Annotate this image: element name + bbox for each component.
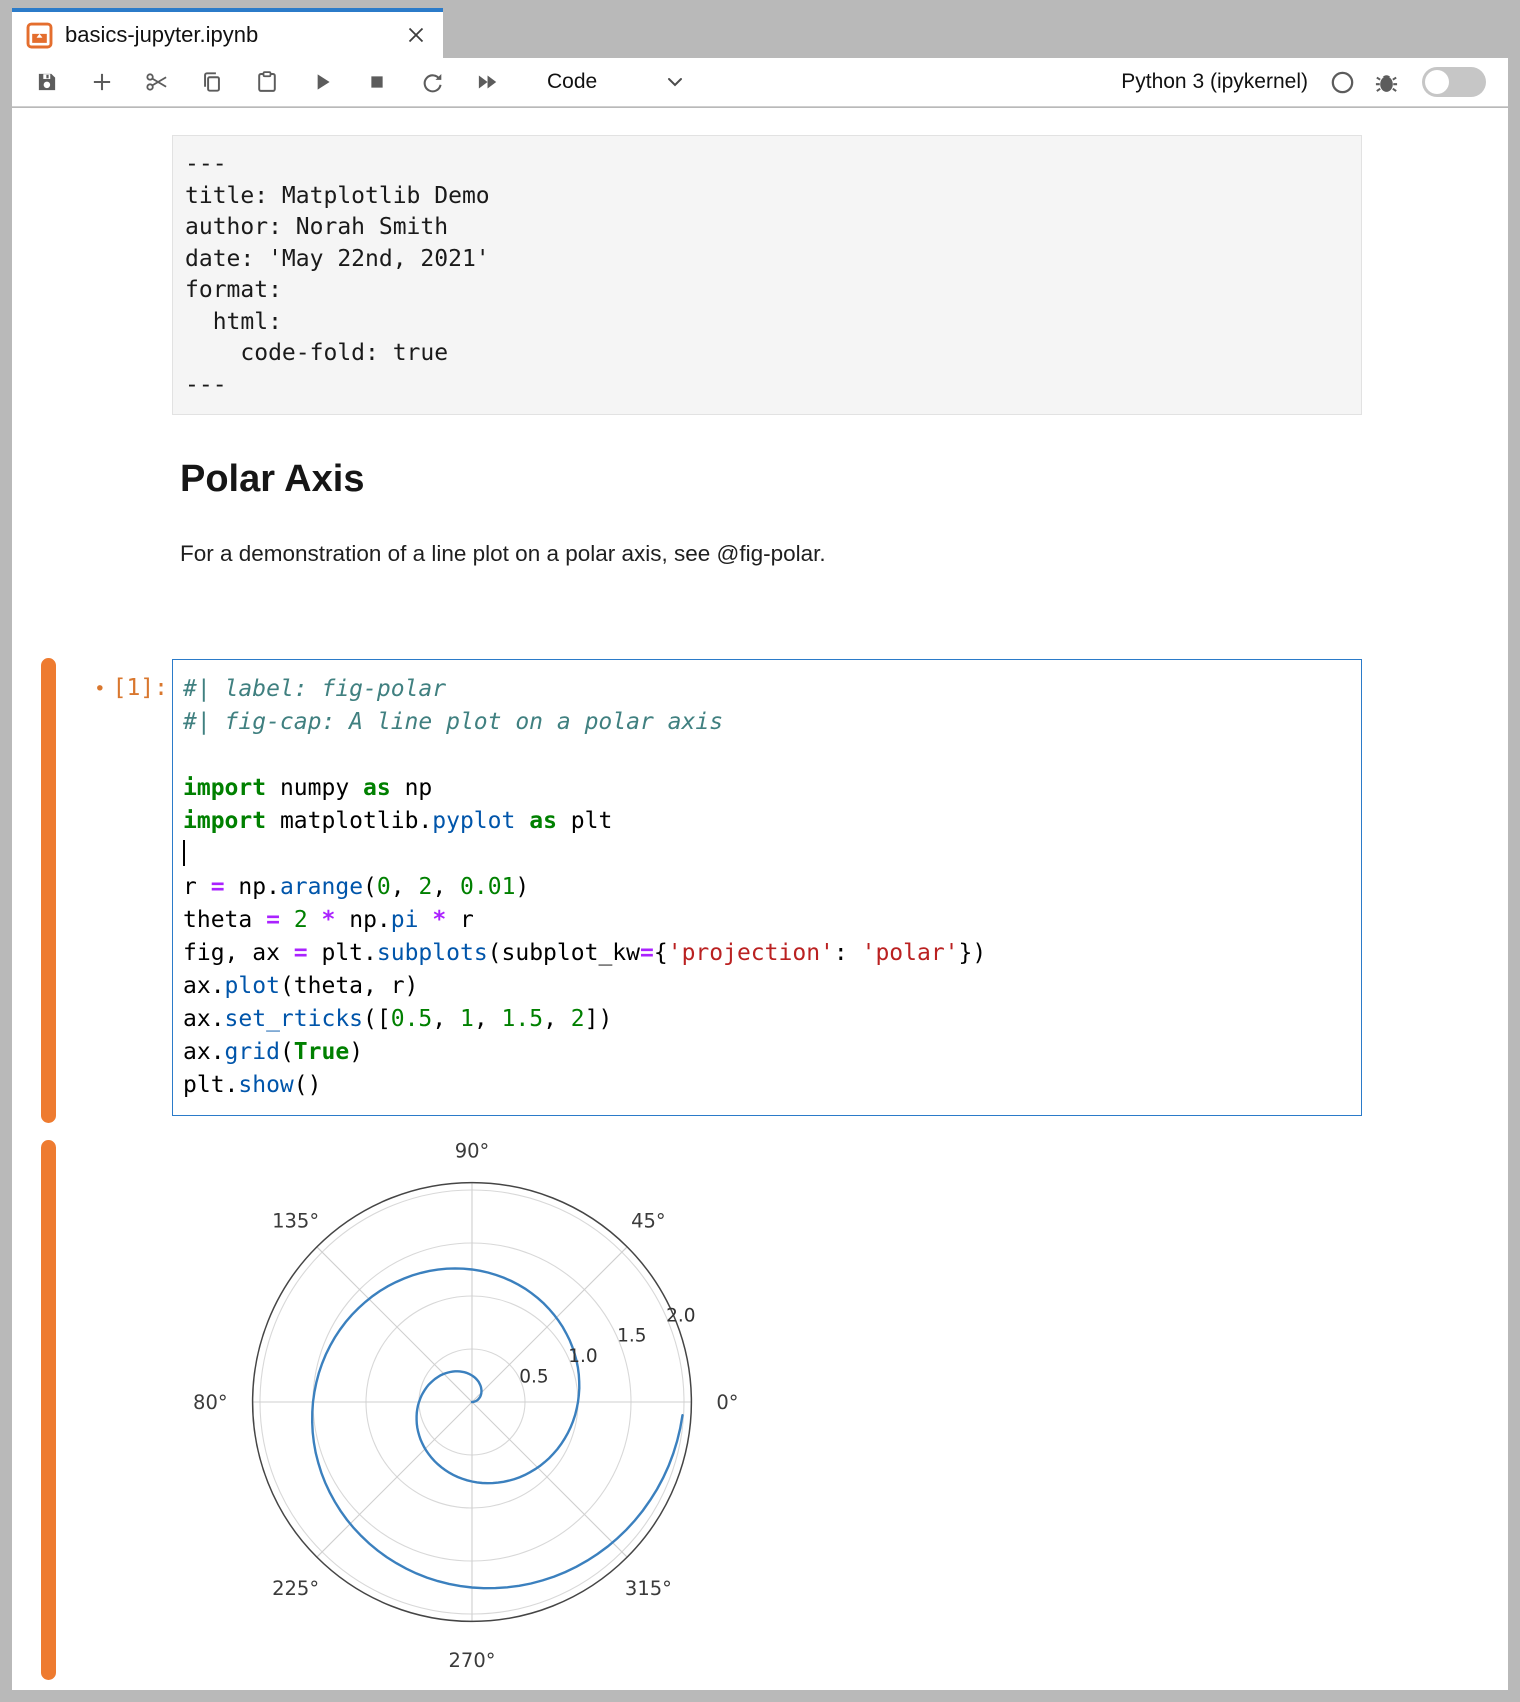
svg-text:90°: 90°: [455, 1140, 490, 1163]
svg-text:45°: 45°: [631, 1210, 666, 1233]
chevron-down-icon: [663, 70, 687, 94]
paste-cell-icon: [254, 69, 280, 95]
code-lines: #| label: fig-polar#| fig-cap: A line pl…: [183, 673, 1351, 1102]
markdown-heading: Polar Axis: [180, 458, 364, 501]
code-line: [183, 838, 1351, 871]
copy-cell-button[interactable]: [199, 69, 225, 95]
code-line: ax.set_rticks([0.5, 1, 1.5, 2]): [183, 1003, 1351, 1036]
code-line: import matplotlib.pyplot as plt: [183, 805, 1351, 838]
svg-text:180°: 180°: [192, 1391, 228, 1414]
toolbar-right-group: Python 3 (ipykernel): [1121, 67, 1486, 97]
output-area: 0° 45° 90° 135° 180° 225° 270° 315° 0.5 1.0 1.5 2.0: [192, 1122, 752, 1674]
markdown-paragraph: For a demonstration of a line plot on a …: [180, 541, 826, 567]
code-line: ax.plot(theta, r): [183, 970, 1351, 1003]
close-icon[interactable]: [403, 22, 429, 48]
svg-text:1.5: 1.5: [617, 1326, 646, 1347]
execution-prompt: • [1]:: [82, 672, 168, 706]
execution-count: [1]:: [113, 675, 168, 701]
stop-button[interactable]: [364, 69, 390, 95]
code-line: #| fig-cap: A line plot on a polar axis: [183, 706, 1351, 739]
svg-text:315°: 315°: [625, 1577, 672, 1600]
raw-frontmatter-cell[interactable]: --- title: Matplotlib Demo author: Norah…: [172, 135, 1362, 415]
svg-text:225°: 225°: [272, 1577, 319, 1600]
paste-cell-button[interactable]: [254, 69, 280, 95]
notebook-tab[interactable]: basics-jupyter.ipynb: [12, 8, 443, 58]
svg-text:1.0: 1.0: [568, 1346, 597, 1367]
toolbar-left-icons: [34, 69, 529, 95]
add-cell-button[interactable]: [89, 69, 115, 95]
notebook-panel: --- title: Matplotlib Demo author: Norah…: [12, 108, 1508, 1690]
debug-toggle[interactable]: [1422, 67, 1486, 97]
svg-text:135°: 135°: [272, 1210, 319, 1233]
cut-cell-icon: [144, 69, 170, 95]
tab-title: basics-jupyter.ipynb: [65, 22, 258, 48]
polar-plot: 0° 45° 90° 135° 180° 225° 270° 315° 0.5 1.0 1.5 2.0: [192, 1122, 752, 1674]
code-line: import numpy as np: [183, 772, 1351, 805]
copy-cell-icon: [199, 69, 225, 95]
run-all-button[interactable]: [474, 69, 500, 95]
code-line: plt.show(): [183, 1069, 1351, 1102]
restart-kernel-icon: [419, 69, 445, 95]
code-line: fig, ax = plt.subplots(subplot_kw={'proj…: [183, 937, 1351, 970]
jupyter-window: { "colors": { "accent_blue": "#2B7BC9", …: [0, 0, 1520, 1702]
notebook-toolbar: Code Python 3 (ipykernel): [12, 58, 1508, 107]
run-icon: [309, 69, 335, 95]
output-cell-collapser[interactable]: [41, 1140, 56, 1680]
stop-icon: [364, 69, 390, 95]
code-line: [183, 739, 1351, 772]
save-icon: [34, 69, 60, 95]
svg-text:0.5: 0.5: [519, 1366, 548, 1387]
cell-type-dropdown[interactable]: Code: [547, 70, 687, 94]
text-cursor: [183, 840, 185, 866]
add-cell-icon: [89, 69, 115, 95]
modified-dot: •: [94, 678, 105, 700]
svg-text:270°: 270°: [449, 1649, 496, 1672]
cut-cell-button[interactable]: [144, 69, 170, 95]
cell-type-label: Code: [547, 70, 597, 94]
kernel-status-icon[interactable]: [1328, 68, 1356, 96]
svg-text:0°: 0°: [716, 1391, 738, 1414]
save-button[interactable]: [34, 69, 60, 95]
toggle-knob: [1425, 70, 1449, 94]
code-line: theta = 2 * np.pi * r: [183, 904, 1351, 937]
notebook-file-icon: [26, 22, 53, 49]
code-editor[interactable]: #| label: fig-polar#| fig-cap: A line pl…: [172, 659, 1362, 1116]
kernel-name[interactable]: Python 3 (ipykernel): [1121, 70, 1308, 94]
run-button[interactable]: [309, 69, 335, 95]
debugger-icon[interactable]: [1372, 68, 1400, 96]
restart-kernel-button[interactable]: [419, 69, 445, 95]
code-line: r = np.arange(0, 2, 0.01): [183, 871, 1351, 904]
run-all-icon: [474, 69, 500, 95]
code-line: ax.grid(True): [183, 1036, 1351, 1069]
raw-cell-text[interactable]: --- title: Matplotlib Demo author: Norah…: [185, 149, 1349, 401]
input-cell-collapser[interactable]: [41, 658, 56, 1123]
code-line: #| label: fig-polar: [183, 673, 1351, 706]
svg-text:2.0: 2.0: [666, 1305, 695, 1326]
